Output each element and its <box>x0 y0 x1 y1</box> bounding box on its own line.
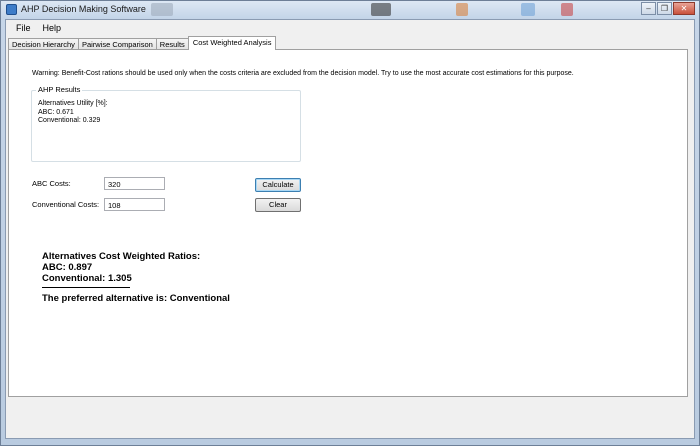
utility-conventional: Conventional: 0.329 <box>38 117 101 124</box>
calculate-button[interactable]: Calculate <box>255 178 301 192</box>
app-icon <box>6 4 17 15</box>
taskbar-decoration-icon <box>561 3 573 16</box>
menu-help[interactable]: Help <box>37 21 68 35</box>
taskbar-decoration-icon <box>456 3 468 16</box>
cost-weighted-analysis-panel: Warning: Benefit-Cost rations should be … <box>8 49 688 397</box>
conventional-costs-label: Conventional Costs: <box>32 200 100 209</box>
warning-text: Warning: Benefit-Cost rations should be … <box>32 70 574 77</box>
ahp-results-text: Alternatives Utility [%]: ABC: 0.671 Con… <box>38 100 108 126</box>
client-area: File Help Decision Hierarchy Pairwise Co… <box>5 19 695 439</box>
cost-ratio-abc: ABC: 0.897 <box>42 262 93 273</box>
utility-abc: ABC: 0.671 <box>38 108 74 116</box>
cost-ratios-heading: Alternatives Cost Weighted Ratios: <box>42 251 201 262</box>
clear-button[interactable]: Clear <box>255 198 301 212</box>
ahp-results-title: AHP Results <box>36 85 83 94</box>
minimize-icon[interactable]: – <box>641 2 656 15</box>
status-area <box>6 398 694 438</box>
abc-costs-input[interactable]: 320 <box>104 177 165 190</box>
ahp-results-group: AHP Results Alternatives Utility [%]: AB… <box>31 85 301 162</box>
cost-ratio-conventional: Conventional: 1.305 <box>42 273 132 284</box>
title-bar[interactable]: AHP Decision Making Software – ❐ ✕ <box>1 1 699 19</box>
abc-costs-label: ABC Costs: <box>32 179 71 188</box>
separator-line <box>42 287 130 288</box>
window-controls: – ❐ ✕ <box>640 2 695 15</box>
close-icon[interactable]: ✕ <box>673 2 695 15</box>
conventional-costs-input[interactable]: 108 <box>104 198 165 211</box>
menu-bar: File Help <box>6 20 694 36</box>
taskbar-decoration-icon <box>521 3 535 16</box>
taskbar-decoration-icon <box>151 3 173 16</box>
app-window: AHP Decision Making Software – ❐ ✕ File … <box>0 0 700 446</box>
window-title: AHP Decision Making Software <box>21 4 146 14</box>
preferred-alternative: The preferred alternative is: Convention… <box>42 293 230 304</box>
tab-cost-weighted-analysis[interactable]: Cost Weighted Analysis <box>187 36 277 50</box>
utility-heading: Alternatives Utility [%]: <box>38 100 108 107</box>
restore-icon[interactable]: ❐ <box>657 2 672 15</box>
menu-file[interactable]: File <box>10 21 37 35</box>
taskbar-decoration-icon <box>371 3 391 16</box>
